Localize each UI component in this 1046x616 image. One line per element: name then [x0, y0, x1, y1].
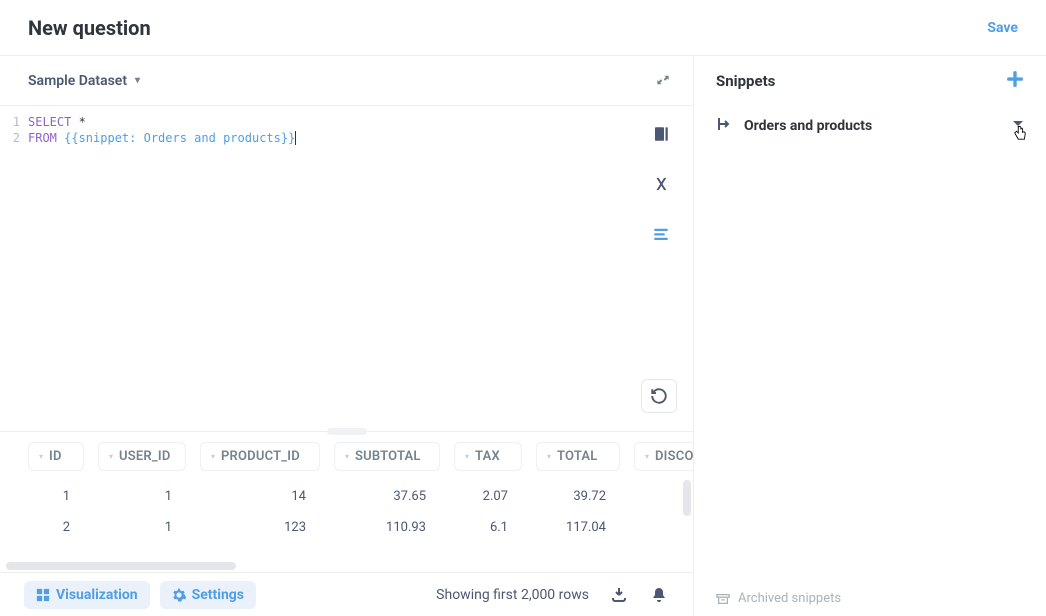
horizontal-scrollbar[interactable]: [6, 562, 236, 570]
page-title: New question: [28, 16, 151, 40]
column-header-discount[interactable]: ▾DISCO: [634, 442, 693, 471]
chevron-down-icon: ▾: [39, 452, 43, 461]
snippet-name: Orders and products: [744, 118, 872, 134]
sql-editor[interactable]: 1 2 SELECT * FROM {{snippet: Orders and …: [0, 106, 693, 432]
chevron-down-icon: ▾: [211, 452, 215, 461]
cursor-icon: [1013, 124, 1027, 146]
row-count-status: Showing first 2,000 rows: [436, 587, 589, 603]
column-header-id[interactable]: ▾ID: [28, 442, 84, 471]
editor-gutter: 1 2: [0, 106, 26, 431]
expand-snippet-button[interactable]: [1012, 118, 1024, 134]
archived-snippets-link[interactable]: Archived snippets: [716, 591, 841, 606]
archive-icon: [716, 592, 730, 606]
insert-snippet-icon: [716, 116, 732, 136]
data-reference-button[interactable]: [645, 118, 677, 150]
visualization-button[interactable]: Visualization: [24, 581, 150, 609]
settings-button[interactable]: Settings: [160, 581, 256, 609]
editor-code[interactable]: SELECT * FROM {{snippet: Orders and prod…: [26, 106, 693, 431]
table-header: ▾ID ▾USER_ID ▾PRODUCT_ID ▾SUBTOTAL ▾TAX …: [0, 432, 693, 481]
grid-icon: [36, 588, 50, 602]
snippets-button[interactable]: [645, 218, 677, 250]
plus-icon: [1006, 70, 1024, 88]
snippet-item[interactable]: Orders and products: [694, 106, 1046, 146]
column-header-user-id[interactable]: ▾USER_ID: [98, 442, 186, 471]
query-results: ▾ID ▾USER_ID ▾PRODUCT_ID ▾SUBTOTAL ▾TAX …: [0, 432, 693, 616]
column-header-tax[interactable]: ▾TAX: [454, 442, 522, 471]
alerts-button[interactable]: [649, 585, 669, 605]
column-header-product-id[interactable]: ▾PRODUCT_ID: [200, 442, 320, 471]
database-name: Sample Dataset: [28, 73, 127, 89]
database-selector[interactable]: Sample Dataset ▾: [28, 73, 140, 89]
vertical-scrollbar[interactable]: [683, 480, 691, 516]
chevron-down-icon: ▾: [109, 452, 113, 461]
snippets-panel-title: Snippets: [716, 72, 775, 90]
run-query-button[interactable]: [641, 379, 677, 413]
chevron-down-icon: ▾: [345, 452, 349, 461]
column-header-total[interactable]: ▾TOTAL: [536, 442, 620, 471]
chevron-down-icon: ▾: [135, 75, 140, 86]
chevron-down-icon: ▾: [465, 452, 469, 461]
gear-icon: [172, 588, 186, 602]
download-button[interactable]: [609, 585, 629, 605]
table-row: 2 1 123 110.93 6.1 117.04: [0, 512, 693, 543]
column-header-subtotal[interactable]: ▾SUBTOTAL: [334, 442, 440, 471]
chevron-down-icon: ▾: [547, 452, 551, 461]
variables-button[interactable]: [645, 168, 677, 200]
collapse-editor-icon[interactable]: [655, 72, 671, 92]
table-row: 1 1 14 37.65 2.07 39.72: [0, 481, 693, 512]
chevron-down-icon: ▾: [645, 452, 649, 461]
save-button[interactable]: Save: [987, 20, 1018, 36]
add-snippet-button[interactable]: [1006, 69, 1024, 93]
